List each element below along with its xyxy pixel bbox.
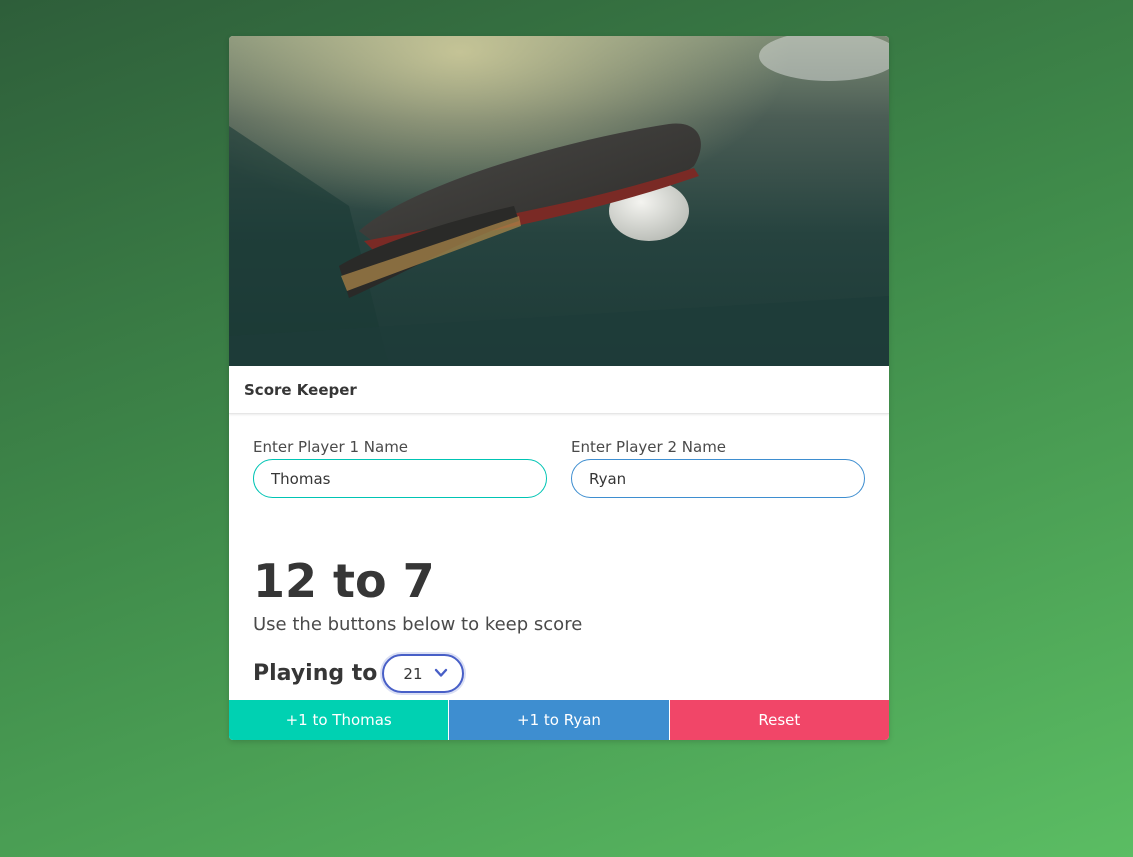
player-name-fields: Enter Player 1 Name Enter Player 2 Name — [253, 438, 865, 498]
playing-to-label: Playing to — [253, 661, 378, 686]
add-point-player1-button[interactable]: +1 to Thomas — [229, 700, 450, 740]
playing-to-selected-value: 21 — [403, 664, 423, 683]
card-footer: +1 to Thomas +1 to Ryan Reset — [229, 700, 889, 740]
player2-label: Enter Player 2 Name — [571, 438, 727, 456]
player1-field: Enter Player 1 Name — [253, 438, 547, 498]
score-subtitle: Use the buttons below to keep score — [253, 614, 583, 635]
reset-button[interactable]: Reset — [669, 700, 889, 740]
player2-name-input[interactable] — [571, 459, 865, 498]
score-display: 12 to 7 — [253, 554, 435, 608]
ping-pong-image — [229, 36, 889, 366]
playing-to-row: Playing to 21 — [253, 654, 865, 693]
player1-name-input[interactable] — [253, 459, 547, 498]
card-title: Score Keeper — [244, 380, 357, 399]
player1-label: Enter Player 1 Name — [253, 438, 409, 456]
chevron-down-icon — [435, 668, 448, 677]
score-keeper-card: Score Keeper Enter Player 1 Name Enter P… — [229, 36, 889, 740]
player2-field: Enter Player 2 Name — [571, 438, 865, 498]
card-header: Score Keeper — [229, 366, 889, 414]
card-content: Enter Player 1 Name Enter Player 2 Name … — [229, 414, 889, 700]
playing-to-select[interactable]: 21 — [382, 654, 465, 693]
add-point-player2-button[interactable]: +1 to Ryan — [449, 700, 670, 740]
